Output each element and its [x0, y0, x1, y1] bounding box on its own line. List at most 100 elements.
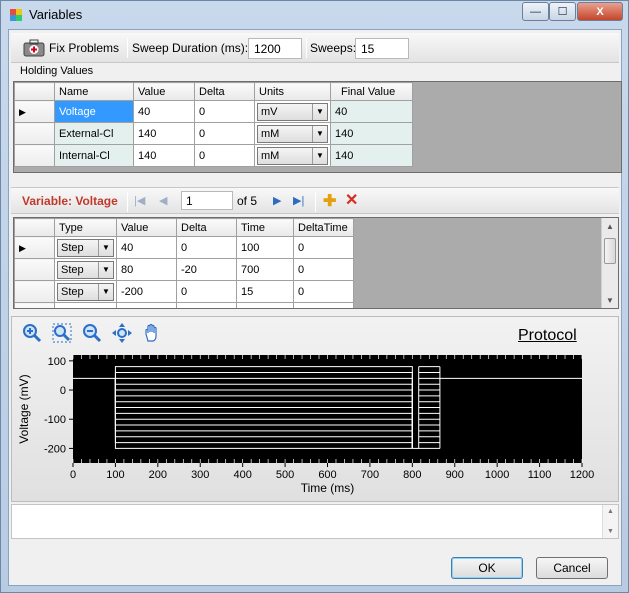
- first-aid-kit-icon[interactable]: [23, 39, 45, 57]
- cell-type[interactable]: Step ▼: [54, 258, 117, 281]
- move-first-icon[interactable]: |◀: [134, 194, 145, 207]
- chevron-down-icon[interactable]: ▼: [98, 283, 113, 300]
- cell-time[interactable]: 100: [236, 236, 294, 259]
- move-previous-icon[interactable]: ◀: [159, 194, 167, 207]
- col-value[interactable]: Value: [116, 218, 177, 237]
- row-selector[interactable]: ▶: [14, 236, 55, 259]
- cell-delta[interactable]: [176, 302, 237, 308]
- type-dropdown[interactable]: Step ▼: [57, 238, 114, 257]
- table-row[interactable]: Step ▼ -200 0 15 0: [14, 280, 354, 303]
- col-delta[interactable]: Delta: [176, 218, 237, 237]
- protocol-chart[interactable]: 0 100 200 300 400 500 600 700 800 900 1000 1100 1200…: [12, 317, 618, 503]
- x-tick-label: 1000: [485, 469, 509, 481]
- cell-value[interactable]: 40: [116, 236, 177, 259]
- units-dropdown[interactable]: mM ▼: [257, 124, 328, 143]
- cell-delta-time[interactable]: 0: [293, 280, 354, 303]
- x-tick-label: 300: [191, 469, 209, 481]
- cell-type[interactable]: [54, 302, 117, 308]
- chevron-down-icon[interactable]: ▼: [98, 239, 113, 256]
- close-button[interactable]: X: [577, 2, 623, 21]
- sweeps-label: Sweeps:: [310, 41, 357, 55]
- cell-name[interactable]: Internal-Cl: [54, 144, 134, 167]
- type-dropdown[interactable]: Step ▼: [57, 260, 114, 279]
- cell-value[interactable]: [116, 302, 177, 308]
- col-units[interactable]: Units: [254, 82, 331, 101]
- table-row[interactable]: External-Cl 140 0 mM ▼ 140: [14, 122, 413, 145]
- table-row[interactable]: Step ▼ 80 -20 700 0: [14, 258, 354, 281]
- minimize-button[interactable]: —: [522, 2, 549, 21]
- col-final-value[interactable]: Final Value: [330, 82, 413, 101]
- cell-value[interactable]: 80: [116, 258, 177, 281]
- cell-delta[interactable]: -20: [176, 258, 237, 281]
- cell-value[interactable]: 140: [133, 144, 195, 167]
- chevron-down-icon[interactable]: ▼: [312, 103, 327, 120]
- scroll-up-icon[interactable]: ▲: [602, 218, 618, 234]
- cell-value[interactable]: 40: [133, 100, 195, 123]
- ok-button[interactable]: OK: [451, 557, 523, 579]
- row-selector[interactable]: [14, 122, 55, 145]
- cell-delta[interactable]: 0: [194, 100, 255, 123]
- table-row[interactable]: ▶ Step ▼ 40 0 100 0: [14, 236, 354, 259]
- cell-value[interactable]: 140: [133, 122, 195, 145]
- sweeps-input[interactable]: 15: [355, 38, 409, 59]
- cell-units[interactable]: mM ▼: [254, 144, 331, 167]
- cell-time[interactable]: [236, 302, 294, 308]
- chevron-down-icon[interactable]: ▼: [98, 261, 113, 278]
- add-new-icon[interactable]: ✚: [323, 191, 336, 211]
- title-bar[interactable]: Variables — ☐ X: [1, 1, 628, 28]
- record-count: of 5: [237, 194, 258, 208]
- position-input[interactable]: 1: [181, 191, 233, 210]
- col-value[interactable]: Value: [133, 82, 195, 101]
- move-last-icon[interactable]: ▶|: [293, 194, 304, 207]
- cell-value[interactable]: -200: [116, 280, 177, 303]
- fix-problems-button[interactable]: Fix Problems: [49, 41, 119, 55]
- row-selector[interactable]: [14, 302, 55, 308]
- cell-delta[interactable]: 0: [176, 236, 237, 259]
- cell-name[interactable]: External-Cl: [54, 122, 134, 145]
- table-row[interactable]: [14, 302, 354, 308]
- col-delta[interactable]: Delta: [194, 82, 255, 101]
- scroll-down-icon[interactable]: ▼: [602, 292, 618, 308]
- sweep-duration-input[interactable]: 1200: [248, 38, 302, 59]
- scroll-up-icon[interactable]: ▲: [607, 508, 614, 515]
- col-name[interactable]: Name: [54, 82, 134, 101]
- cell-time[interactable]: 15: [236, 280, 294, 303]
- col-time[interactable]: Time: [236, 218, 294, 237]
- units-dropdown[interactable]: mV ▼: [257, 102, 328, 121]
- row-selector[interactable]: [14, 280, 55, 303]
- cell-units[interactable]: mM ▼: [254, 122, 331, 145]
- cell-delta-time[interactable]: [293, 302, 354, 308]
- units-dropdown[interactable]: mM ▼: [257, 146, 328, 165]
- cell-type[interactable]: Step ▼: [54, 280, 117, 303]
- x-tick-label: 500: [276, 469, 294, 481]
- cell-name[interactable]: Voltage: [54, 100, 134, 123]
- scroll-down-icon[interactable]: ▼: [607, 528, 614, 535]
- cell-units[interactable]: mV ▼: [254, 100, 331, 123]
- move-next-icon[interactable]: ▶: [273, 194, 281, 207]
- cell-delta[interactable]: 0: [176, 280, 237, 303]
- col-type[interactable]: Type: [54, 218, 117, 237]
- cell-delta-time[interactable]: 0: [293, 258, 354, 281]
- col-delta-time[interactable]: DeltaTime: [293, 218, 354, 237]
- message-scrollbar[interactable]: ▲ ▼: [602, 505, 618, 538]
- chevron-down-icon[interactable]: ▼: [312, 147, 327, 164]
- scroll-thumb[interactable]: [604, 238, 616, 264]
- table-row[interactable]: Internal-Cl 140 0 mM ▼ 140: [14, 144, 413, 167]
- row-selector[interactable]: ▶: [14, 100, 55, 123]
- chevron-down-icon[interactable]: ▼: [312, 125, 327, 142]
- cell-type[interactable]: Step ▼: [54, 236, 117, 259]
- vertical-scrollbar[interactable]: ▲ ▼: [601, 218, 618, 308]
- cell-delta-time[interactable]: 0: [293, 236, 354, 259]
- message-box[interactable]: ▲ ▼: [11, 504, 619, 539]
- cell-delta[interactable]: 0: [194, 122, 255, 145]
- delete-icon[interactable]: ✕: [345, 190, 358, 210]
- maximize-button[interactable]: ☐: [549, 2, 576, 21]
- type-dropdown[interactable]: Step ▼: [57, 282, 114, 301]
- table-row[interactable]: ▶ Voltage 40 0 mV ▼ 40: [14, 100, 413, 123]
- cancel-button[interactable]: Cancel: [536, 557, 608, 579]
- row-selector[interactable]: [14, 144, 55, 167]
- cell-delta[interactable]: 0: [194, 144, 255, 167]
- cell-time[interactable]: 700: [236, 258, 294, 281]
- current-row-arrow-icon: ▶: [19, 242, 26, 253]
- row-selector[interactable]: [14, 258, 55, 281]
